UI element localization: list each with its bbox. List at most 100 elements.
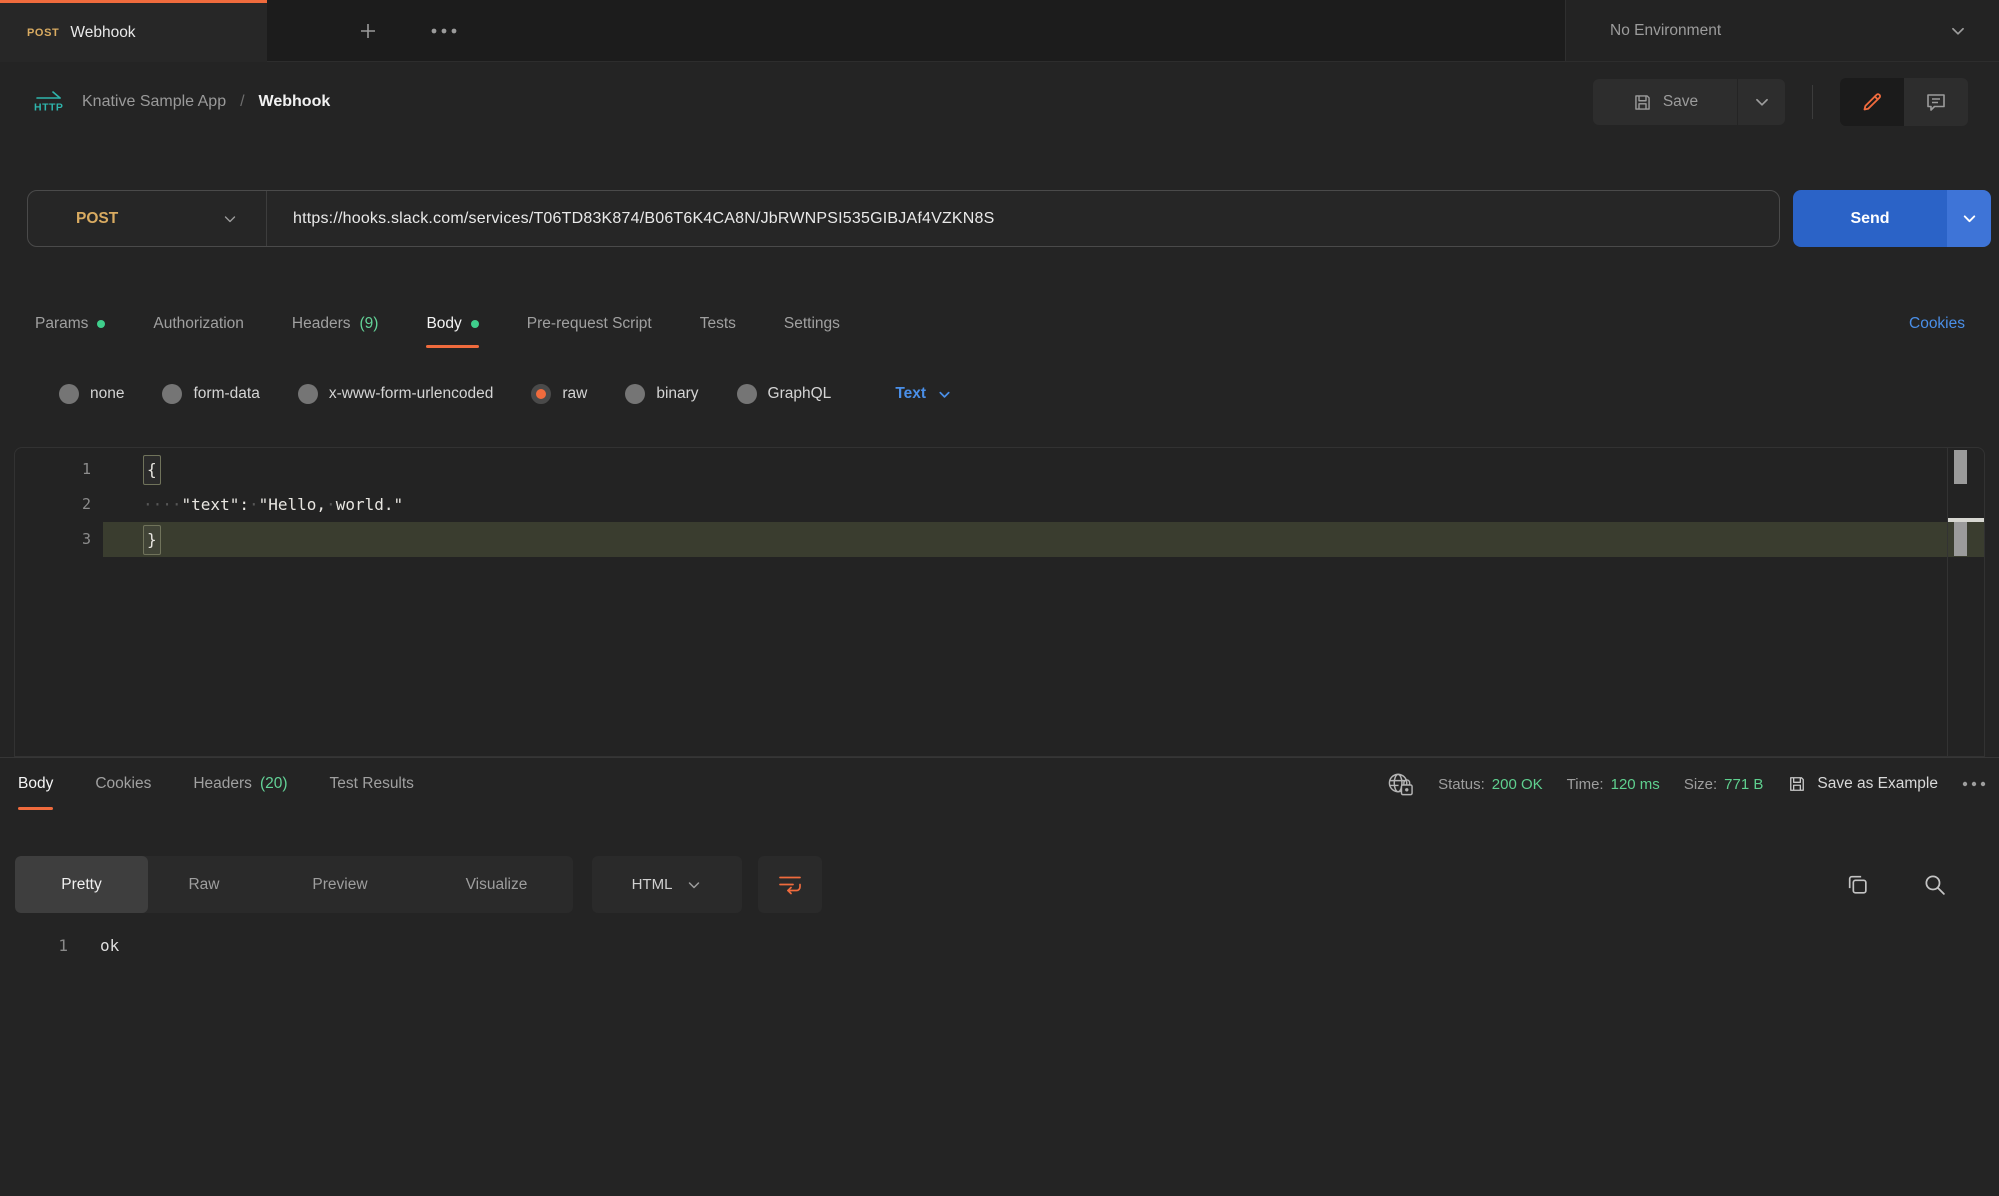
network-info-button[interactable] xyxy=(1387,771,1414,797)
editor-scrollbar-thumb[interactable] xyxy=(1954,450,1967,484)
request-body-editor[interactable]: 1 { 2 ····"text":·"Hello,·world." 3 } xyxy=(14,447,1985,757)
response-tab-body-label: Body xyxy=(18,775,53,793)
tab-headers[interactable]: Headers (9) xyxy=(292,299,379,348)
send-button-group: Send xyxy=(1793,190,1991,247)
save-icon xyxy=(1632,92,1653,113)
request-header-row: HTTP Knative Sample App / Webhook Save xyxy=(0,70,1999,134)
tab-params[interactable]: Params xyxy=(35,299,105,348)
response-tab-headers[interactable]: Headers (20) xyxy=(193,758,287,810)
save-options-button[interactable] xyxy=(1738,79,1785,125)
response-tab-cookies[interactable]: Cookies xyxy=(95,758,151,810)
radio-none[interactable] xyxy=(59,384,79,404)
breadcrumb-request-name[interactable]: Webhook xyxy=(259,93,331,111)
editor-line-2: 2 ····"text":·"Hello,·world." xyxy=(15,487,1984,522)
edit-request-button[interactable] xyxy=(1840,78,1904,126)
wrap-lines-button[interactable] xyxy=(758,856,822,913)
view-raw[interactable]: Raw xyxy=(148,856,260,913)
cookies-link[interactable]: Cookies xyxy=(1909,315,1965,333)
response-body-text: ok xyxy=(68,930,119,962)
mode-binary[interactable]: binary xyxy=(625,384,698,404)
new-tab-button[interactable] xyxy=(358,21,378,41)
editor-line-1: 1 { xyxy=(15,452,1984,487)
chevron-down-icon xyxy=(937,387,952,402)
tab-settings[interactable]: Settings xyxy=(784,299,840,348)
response-toolbar: Pretty Raw Preview Visualize HTML xyxy=(0,856,1999,913)
bracket-highlight: { xyxy=(143,455,161,485)
bracket-highlight: } xyxy=(143,525,161,555)
response-options-button[interactable] xyxy=(1962,781,1986,787)
save-button-label: Save xyxy=(1663,93,1698,111)
save-icon xyxy=(1787,774,1807,794)
url-row: POST https://hooks.slack.com/services/T0… xyxy=(0,190,1999,247)
environment-selector[interactable]: No Environment xyxy=(1566,0,1999,61)
body-active-dot xyxy=(471,320,479,328)
search-response-button[interactable] xyxy=(1922,872,1947,902)
tab-pre-request-script[interactable]: Pre-request Script xyxy=(527,299,652,348)
radio-graphql[interactable] xyxy=(737,384,757,404)
open-request-tab[interactable]: POST Webhook xyxy=(0,0,267,62)
search-icon xyxy=(1922,872,1947,897)
edit-pencil-icon xyxy=(1860,90,1884,114)
view-pretty[interactable]: Pretty xyxy=(15,856,148,913)
wrap-text-icon xyxy=(778,874,802,896)
params-active-dot xyxy=(97,320,105,328)
status-label: Status: xyxy=(1438,776,1485,793)
response-tab-test-results[interactable]: Test Results xyxy=(330,758,414,810)
url-input[interactable]: https://hooks.slack.com/services/T06TD83… xyxy=(267,210,1779,228)
mode-raw[interactable]: raw xyxy=(531,384,587,404)
view-preview[interactable]: Preview xyxy=(260,856,420,913)
size-label: Size: xyxy=(1684,776,1717,793)
radio-raw-selected[interactable] xyxy=(531,384,551,404)
globe-lock-icon xyxy=(1387,771,1414,797)
chevron-down-icon xyxy=(222,211,238,227)
method-dropdown[interactable]: POST xyxy=(28,191,266,246)
chevron-down-icon xyxy=(1961,210,1978,227)
view-visualize[interactable]: Visualize xyxy=(420,856,573,913)
response-tab-body[interactable]: Body xyxy=(18,758,53,810)
mode-urlencoded-label: x-www-form-urlencoded xyxy=(329,385,494,403)
response-meta-bar: Status: 200 OK Time: 120 ms Size: 771 B … xyxy=(1387,758,1986,810)
environment-label: No Environment xyxy=(1610,22,1949,40)
copy-response-button[interactable] xyxy=(1845,872,1870,902)
chevron-down-icon xyxy=(1949,22,1967,40)
comments-button[interactable] xyxy=(1904,78,1968,126)
tab-tests[interactable]: Tests xyxy=(700,299,736,348)
raw-type-label: Text xyxy=(895,385,926,403)
size-pair: Size: 771 B xyxy=(1684,776,1764,793)
save-as-example-label: Save as Example xyxy=(1817,775,1938,793)
breadcrumb-collection[interactable]: Knative Sample App xyxy=(82,93,226,111)
save-button[interactable]: Save xyxy=(1593,79,1737,125)
radio-binary[interactable] xyxy=(625,384,645,404)
response-format-label: HTML xyxy=(632,876,673,893)
mode-graphql[interactable]: GraphQL xyxy=(737,384,832,404)
response-tab-test-results-label: Test Results xyxy=(330,775,414,793)
whitespace-dot: · xyxy=(326,495,336,514)
time-value: 120 ms xyxy=(1611,776,1660,793)
response-body-viewer[interactable]: 1 ok xyxy=(0,930,1999,962)
response-line-number: 1 xyxy=(0,930,68,962)
json-value: world." xyxy=(336,495,403,514)
tab-authorization[interactable]: Authorization xyxy=(153,299,243,348)
json-key: "text": xyxy=(182,495,249,514)
editor-scrollbar-thumb[interactable] xyxy=(1954,522,1967,556)
send-options-button[interactable] xyxy=(1947,190,1991,247)
response-view-switch: Pretty Raw Preview Visualize xyxy=(15,856,573,913)
tab-options-button[interactable] xyxy=(430,27,458,35)
radio-form-data[interactable] xyxy=(162,384,182,404)
comment-icon xyxy=(1924,90,1948,114)
response-format-dropdown[interactable]: HTML xyxy=(592,856,742,913)
line-number: 1 xyxy=(15,452,103,487)
radio-urlencoded[interactable] xyxy=(298,384,318,404)
raw-type-dropdown[interactable]: Text xyxy=(895,385,952,403)
mode-form-data[interactable]: form-data xyxy=(162,384,259,404)
whitespace-dot: · xyxy=(249,495,259,514)
size-value: 771 B xyxy=(1724,776,1763,793)
mode-urlencoded[interactable]: x-www-form-urlencoded xyxy=(298,384,494,404)
breadcrumb-separator: / xyxy=(240,93,244,111)
save-as-example-button[interactable]: Save as Example xyxy=(1787,774,1938,794)
whitespace-dots: ···· xyxy=(143,495,182,514)
tab-body[interactable]: Body xyxy=(426,299,478,348)
send-button[interactable]: Send xyxy=(1793,190,1947,247)
code-line: ····"text":·"Hello,·world." xyxy=(103,487,403,522)
mode-none[interactable]: none xyxy=(59,384,124,404)
